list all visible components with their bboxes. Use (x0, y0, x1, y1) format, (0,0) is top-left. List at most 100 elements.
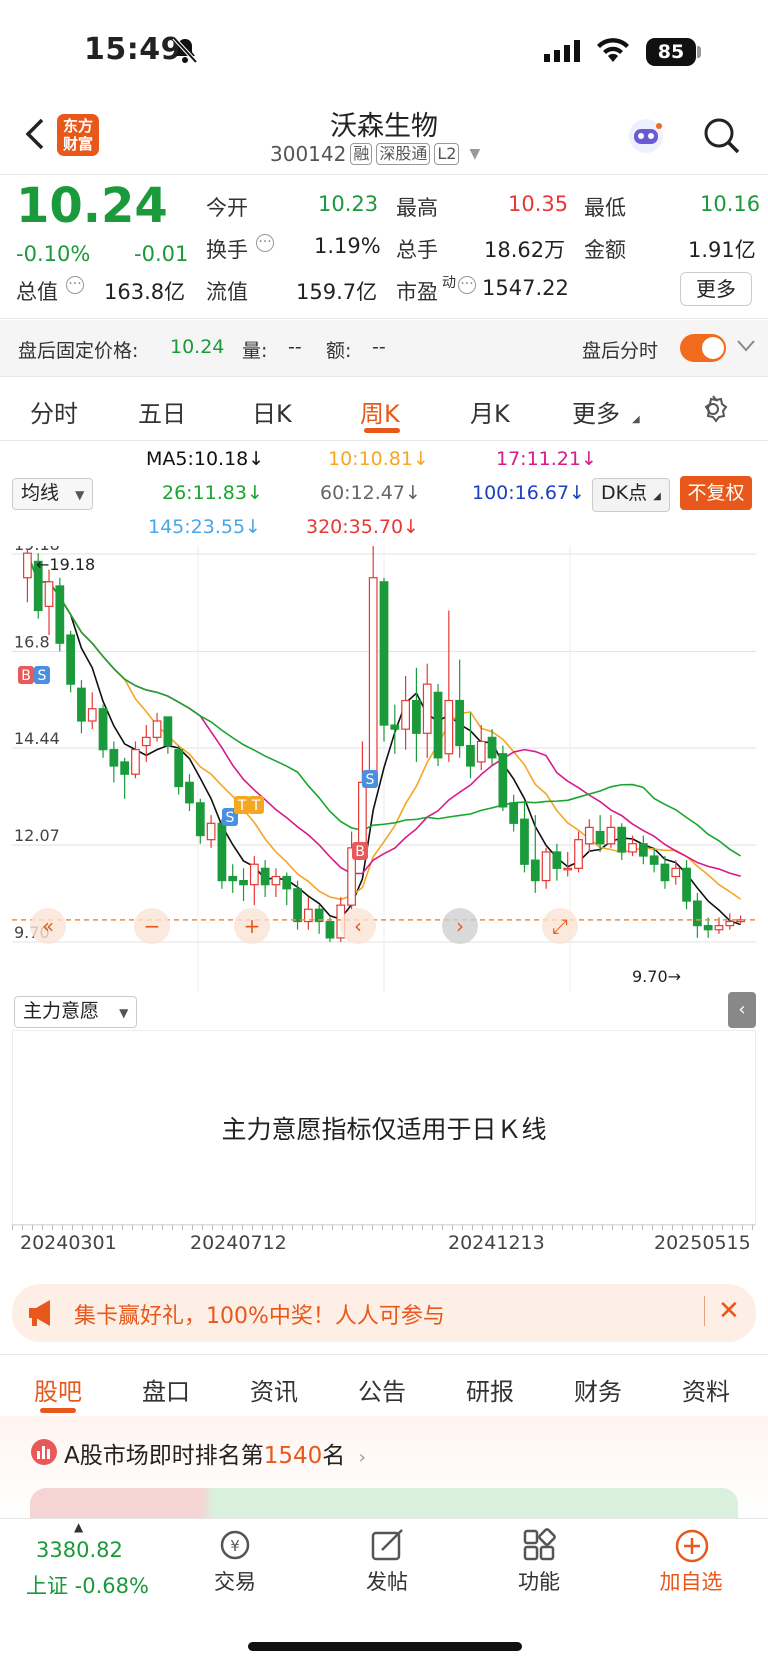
pe-label: 市盈 (396, 280, 438, 304)
date-label: 20240301 (20, 1232, 117, 1254)
change-amount: -0.01 (134, 242, 189, 266)
nav-add-watchlist[interactable]: 加自选 (636, 1566, 746, 1596)
dropdown-caret-icon[interactable]: ▼ (469, 146, 480, 162)
ma10-legend: 10:10.81↓ (328, 448, 429, 470)
home-indicator (248, 1642, 522, 1651)
change-pct: -0.10% (16, 242, 91, 266)
tab-news[interactable]: 资讯 (250, 1372, 298, 1407)
signal-label: T (251, 798, 261, 814)
after-hours-amt: -- (372, 336, 386, 358)
candle-body (358, 781, 367, 849)
grid-icon[interactable] (522, 1528, 556, 1566)
tab-finance[interactable]: 财务 (574, 1372, 622, 1407)
candle-body (649, 855, 659, 865)
max-price-label: ←19.18 (36, 555, 95, 574)
nav-trade[interactable]: 交易 (180, 1566, 290, 1596)
dk-select[interactable]: DK点 ◢ (592, 478, 670, 512)
candle-body (530, 859, 540, 882)
info-icon[interactable]: ··· (66, 276, 84, 294)
signal-label: B (355, 844, 365, 860)
y-tick-label: 12.07 (14, 826, 60, 845)
index-value[interactable]: 3380.82 (36, 1538, 123, 1562)
chevron-down-icon[interactable] (736, 338, 756, 358)
y-tick-label: 14.44 (14, 729, 60, 748)
candlestick-chart[interactable]: 19.1816.814.4412.079.70←19.189.70→«−+‹›⤢… (12, 546, 756, 992)
tab-guba[interactable]: 股吧 (34, 1372, 82, 1407)
tab-announcements[interactable]: 公告 (358, 1372, 406, 1407)
tab-daily-k[interactable]: 日K (252, 394, 292, 429)
candle-body (660, 863, 670, 882)
candle-body (260, 867, 270, 886)
caret-up-icon: ▲ (74, 1520, 84, 1534)
candle-body (325, 920, 335, 939)
gear-icon[interactable] (698, 394, 728, 428)
candle-body (152, 720, 162, 738)
tab-intraday[interactable]: 分时 (30, 394, 78, 429)
candle-body (703, 925, 713, 931)
tag-margin: 融 (350, 143, 373, 165)
candle-body (476, 740, 486, 763)
high-label: 最高 (396, 196, 438, 220)
indicator-select[interactable]: 主力意愿 ▼ (14, 996, 138, 1028)
add-circle-icon[interactable] (674, 1528, 710, 1568)
collapse-panel-icon[interactable]: ‹ (728, 992, 756, 1028)
candle-body (206, 822, 216, 841)
indicator-label: 主力意愿 (23, 1000, 100, 1022)
chevron-right-icon: › (358, 1447, 366, 1468)
battery-tip (697, 46, 701, 58)
candle-body (249, 863, 259, 886)
chart-nav-glyph: − (144, 914, 161, 938)
candle-body (282, 875, 292, 890)
candle-body (541, 851, 551, 882)
search-icon[interactable] (702, 116, 742, 160)
tab-weekly-k[interactable]: 周K (360, 394, 400, 429)
compose-icon[interactable] (370, 1528, 406, 1566)
robot-assistant-icon[interactable] (626, 116, 666, 160)
nav-post[interactable]: 发帖 (332, 1566, 442, 1596)
close-icon[interactable]: ✕ (718, 1296, 740, 1326)
tab-more[interactable]: 更多 (572, 394, 620, 429)
ma-type-select[interactable]: 均线 ▼ (12, 478, 94, 510)
candle-body (239, 880, 248, 886)
after-hours-price: 10.24 (170, 336, 225, 358)
y-tick-label: 19.18 (14, 546, 60, 554)
after-hours-toggle-label: 盘后分时 (582, 340, 659, 362)
info-icon[interactable]: ··· (256, 234, 274, 252)
chart-nav-glyph: ⤢ (552, 914, 568, 938)
info-icon[interactable]: ··· (458, 276, 476, 294)
candle-body (466, 744, 475, 767)
tab-five-day[interactable]: 五日 (138, 394, 186, 429)
rank-number: 1540 (263, 1443, 323, 1469)
bell-slash-icon (172, 36, 198, 68)
chart-nav-glyph: « (42, 914, 54, 938)
candle-body (455, 699, 465, 747)
tabs-divider (0, 440, 768, 441)
candle-body (584, 826, 594, 845)
chart-nav-glyph: ‹ (354, 914, 362, 938)
turnover-value: 1.19% (314, 234, 381, 258)
candle-body (131, 749, 140, 775)
amount-label: 金额 (584, 238, 626, 262)
tab-monthly-k[interactable]: 月K (470, 394, 510, 429)
band-divider (0, 376, 768, 377)
tabs-top-divider (0, 1354, 768, 1355)
candle-body (412, 699, 421, 734)
ma320-legend: 320:35.70↓ (306, 516, 419, 538)
ma100-legend: 100:16.67↓ (472, 482, 585, 504)
index-change[interactable]: 上证 -0.68% (26, 1570, 149, 1600)
market-rank[interactable]: A股市场即时排名第1540名 › (64, 1436, 366, 1470)
megaphone-icon (26, 1298, 58, 1332)
candle-body (682, 867, 691, 902)
nav-features[interactable]: 功能 (484, 1566, 594, 1596)
more-button[interactable]: 更多 (680, 272, 752, 306)
candle-body (671, 867, 681, 878)
signal-label: S (366, 772, 375, 788)
tab-research[interactable]: 研报 (466, 1372, 514, 1407)
trade-icon[interactable]: ¥ (216, 1528, 254, 1566)
candle-body (552, 851, 562, 869)
status-time: 15:49 (84, 32, 182, 67)
tab-profile[interactable]: 资料 (682, 1372, 730, 1407)
candle-body (98, 708, 108, 751)
tab-pankou[interactable]: 盘口 (142, 1372, 190, 1407)
adjust-mode-button[interactable]: 不复权 (680, 476, 752, 510)
